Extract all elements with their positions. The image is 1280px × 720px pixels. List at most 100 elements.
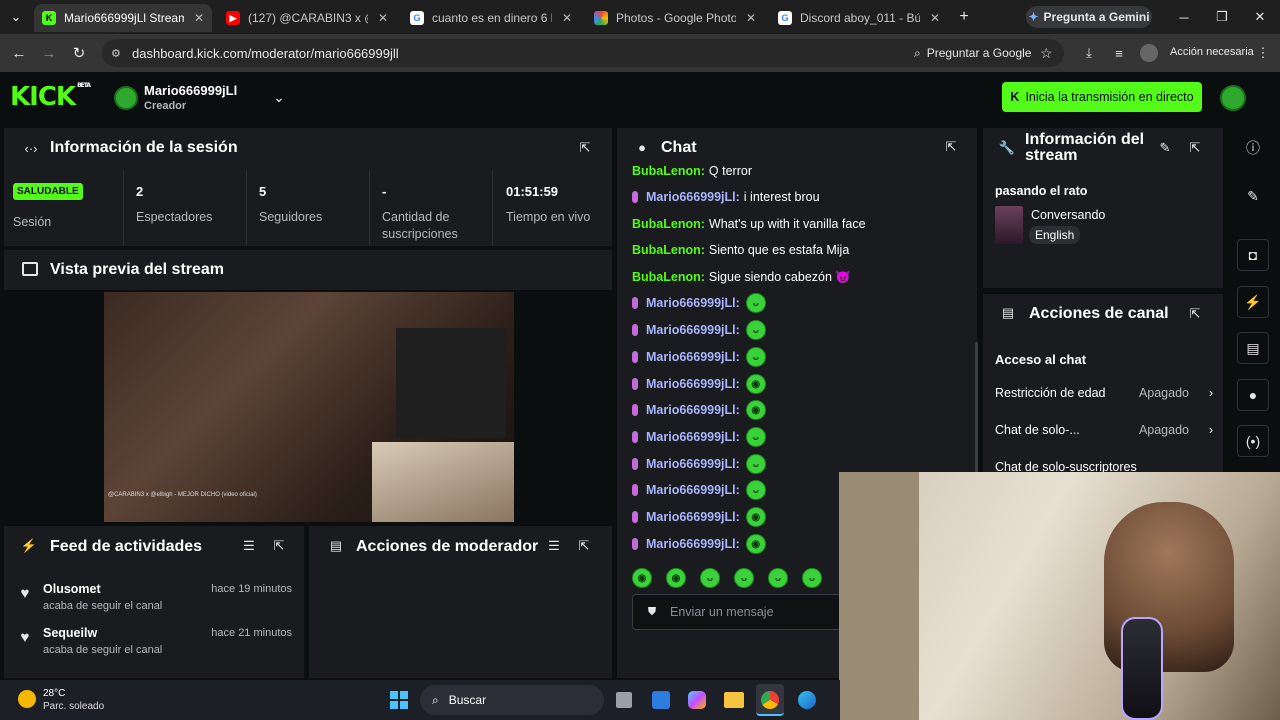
close-icon[interactable]: ✕ [746, 11, 756, 25]
filter-icon[interactable]: ☰ [240, 538, 258, 554]
filter-icon[interactable]: ☰ [545, 538, 563, 554]
store-icon[interactable] [652, 691, 670, 709]
list-item: ♥ Sequeilw hace 21 minutos acaba de segu… [4, 622, 304, 662]
weather-icon[interactable] [18, 690, 36, 708]
windows-start-icon[interactable] [390, 691, 408, 709]
emote-icon: ᴗ [745, 454, 766, 474]
chrome-icon[interactable] [756, 684, 784, 716]
edit-icon[interactable]: ✎ [1237, 180, 1269, 212]
session-info-title: Información de la sesión [50, 139, 238, 156]
copilot-icon[interactable] [688, 691, 706, 709]
emote-icon[interactable]: ᴗ [700, 568, 720, 588]
webcam-overlay [839, 472, 1280, 720]
emote-icon[interactable]: ᴗ [768, 568, 788, 588]
close-icon[interactable]: ✕ [930, 11, 940, 25]
info-icon[interactable]: ⓘ [1237, 132, 1269, 164]
tab-search-list-icon[interactable]: ≡ [1110, 44, 1128, 62]
bookmark-star-icon[interactable]: ☆ [1040, 45, 1053, 62]
close-icon[interactable]: ✕ [562, 11, 572, 25]
moderator-badge-icon [632, 324, 638, 336]
download-icon[interactable]: ⤓ [1080, 44, 1098, 62]
chat-title: Chat [661, 139, 697, 156]
reload-icon[interactable]: ↻ [70, 44, 88, 62]
emote-icon[interactable]: ᴗ [802, 568, 822, 588]
clip-icon[interactable]: ◘ [1237, 239, 1269, 271]
document-icon[interactable]: ▤ [1237, 332, 1269, 364]
emote-icon: ᴗ [745, 480, 766, 500]
subs-only-row[interactable]: Chat de solo-suscriptores [995, 460, 1213, 472]
document-icon: ▤ [329, 538, 343, 553]
stat-viewers-value: 2 [136, 184, 144, 199]
chat-message: Mario666999jLl: ◉ [632, 534, 766, 554]
edge-icon[interactable] [798, 691, 816, 709]
lightning-icon[interactable]: ⚡ [1237, 286, 1269, 318]
maximize-icon[interactable]: ❐ [1214, 8, 1230, 26]
age-restriction-row[interactable]: Restricción de edad Apagado › [995, 386, 1213, 404]
avatar[interactable] [114, 86, 138, 110]
moderator-badge-icon [632, 458, 638, 470]
window-close-icon[interactable]: ✕ [1252, 8, 1268, 26]
popout-icon[interactable]: ⇱ [575, 538, 593, 554]
popout-icon[interactable]: ⇱ [576, 140, 594, 156]
forward-icon[interactable]: → [40, 44, 58, 62]
stat-divider [246, 170, 247, 246]
tab-search-icon[interactable]: ⌄ [6, 8, 26, 26]
profile-icon[interactable] [1140, 44, 1158, 62]
google-icon: G [778, 11, 792, 25]
popout-icon[interactable]: ⇱ [1187, 140, 1203, 156]
emote-icon: ᴗ [745, 320, 766, 340]
close-icon[interactable]: ✕ [378, 11, 388, 25]
site-info-icon[interactable]: ⚙ [111, 47, 121, 60]
emote-icon: ◉ [745, 374, 766, 394]
language-tag: English [1029, 226, 1081, 244]
shield-icon: ⛊ [647, 605, 657, 618]
gemini-button[interactable]: ✦ Pregunta a Gemini [1026, 6, 1152, 28]
header-role: Creador [144, 100, 187, 112]
new-tab-icon[interactable]: + [954, 8, 974, 26]
stream-info-title: Información del stream [1025, 131, 1145, 164]
tab-youtube[interactable]: ▶ (127) @CARABIN3 x @elbigh ✕ [218, 4, 396, 32]
chat-message: Mario666999jLl: ◉ [632, 400, 766, 420]
chevron-down-icon[interactable]: ⌄ [270, 88, 288, 106]
tab-photos[interactable]: Photos - Google Photos ✕ [586, 4, 764, 32]
broadcast-icon[interactable]: (•) [1237, 425, 1269, 457]
emote-icon[interactable]: ◉ [666, 568, 686, 588]
tab-kick[interactable]: K Mario666999jLl Stream - Kick ✕ [34, 4, 212, 32]
chat-message: BubaLenon: Q terror [632, 164, 752, 178]
file-explorer-icon[interactable] [724, 692, 744, 708]
webcam-overlay [372, 442, 514, 522]
menu-dots-icon[interactable]: ⋮ [1256, 44, 1270, 62]
followers-only-row[interactable]: Chat de solo-... Apagado › [995, 423, 1213, 441]
kick-logo[interactable]: KICK BETA [10, 82, 91, 112]
task-view-icon[interactable] [616, 692, 632, 708]
chat-bubble-icon[interactable]: ● [1237, 379, 1269, 411]
close-icon[interactable]: ✕ [194, 11, 204, 25]
emote-icon[interactable]: ◉ [632, 568, 652, 588]
kick-icon: K [42, 11, 56, 25]
tab-discord-search[interactable]: G Discord aboy_011 - Búsqueda ✕ [770, 4, 948, 32]
pencil-icon[interactable]: ✎ [1157, 140, 1173, 156]
avatar[interactable] [1220, 85, 1246, 111]
stream-preview-panel: Vista previa del stream @CARABIN3 x @elb… [4, 250, 612, 522]
taskbar-search[interactable]: ⌕ Buscar [420, 685, 604, 715]
chat-message: Mario666999jLl: ᴗ [632, 347, 766, 367]
stream-video[interactable]: @CARABIN3 x @elbigh - MEJOR DICHO (video… [104, 292, 514, 522]
popout-icon[interactable]: ⇱ [1187, 306, 1203, 322]
go-live-button[interactable]: K Inicia la transmisión en directo [1002, 82, 1202, 112]
browser-tab-bar: ⌄ K Mario666999jLl Stream - Kick ✕ ▶ (12… [0, 0, 1280, 34]
heart-icon: ♥ [20, 584, 30, 602]
emote-icon[interactable]: ᴗ [734, 568, 754, 588]
preview-icon [22, 262, 38, 276]
popout-icon[interactable]: ⇱ [270, 538, 288, 554]
moderator-badge-icon [632, 431, 638, 443]
action-needed-button[interactable]: Acción necesaria [1170, 46, 1254, 58]
tab-google-search[interactable]: G cuanto es en dinero 6 billones ✕ [402, 4, 580, 32]
minimize-icon[interactable]: ─ [1176, 8, 1192, 26]
taskbar: 28°C Parc. soleado ⌕ Buscar [0, 680, 840, 720]
heart-icon: ♥ [20, 628, 30, 646]
ask-google-button[interactable]: ⌕ Preguntar a Google [914, 46, 1031, 61]
url-field[interactable]: ⚙ dashboard.kick.com/moderator/mario6669… [102, 39, 1064, 67]
session-icon: ‹·› [24, 140, 38, 156]
back-icon[interactable]: ← [10, 44, 28, 62]
popout-icon[interactable]: ⇱ [942, 139, 960, 155]
